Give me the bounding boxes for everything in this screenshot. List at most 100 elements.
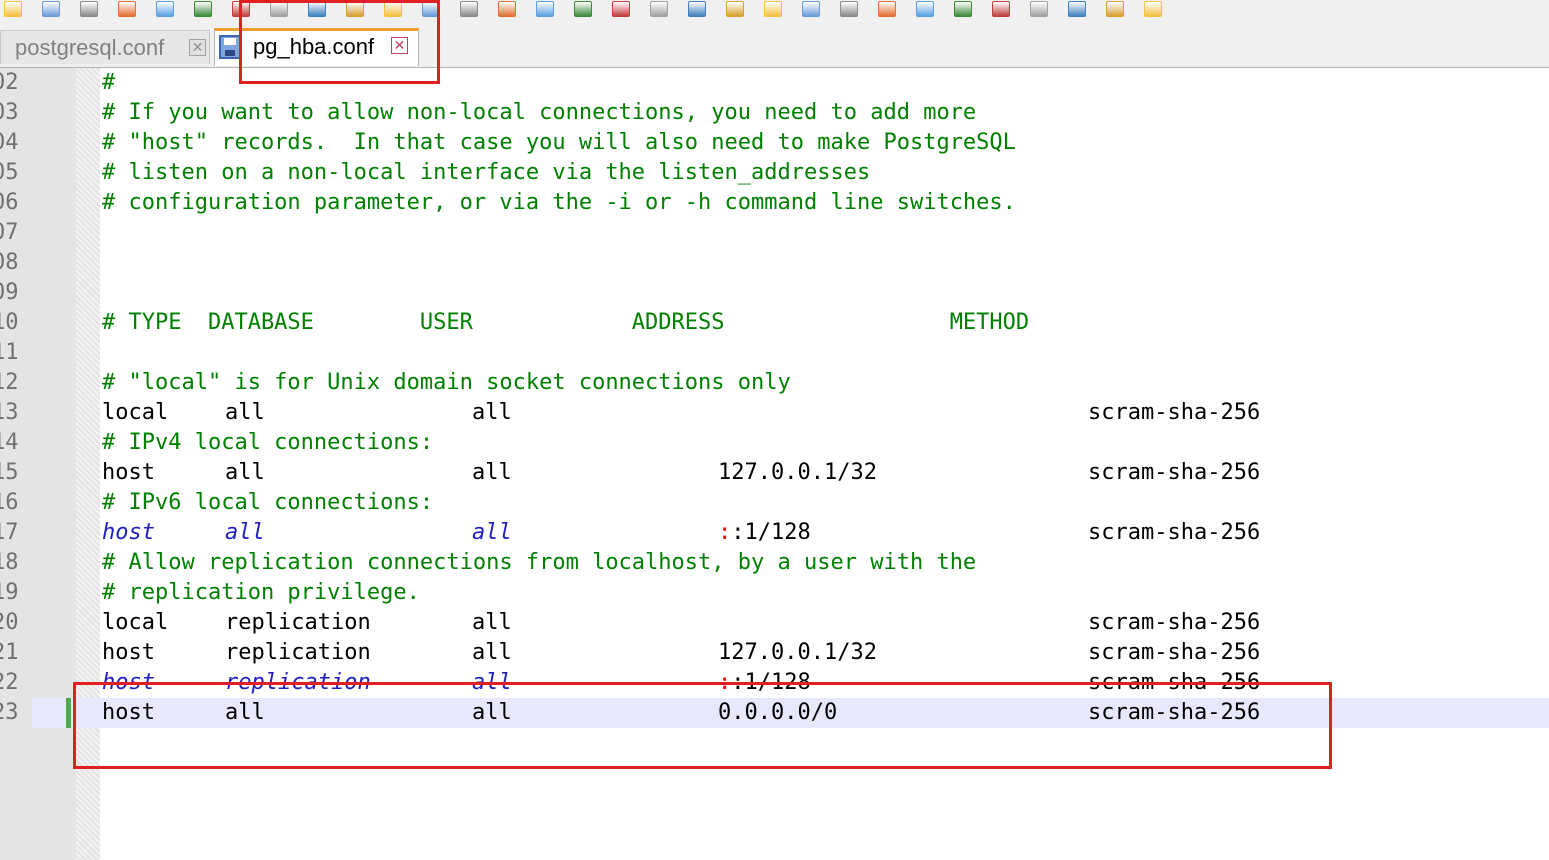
code-line[interactable]: 22 host replication all::1/128 scram-sha-256	[0, 668, 1549, 698]
field-address: 127.0.0.1/32	[718, 640, 877, 665]
field-user: all	[472, 670, 512, 695]
code-line[interactable]: 05 # listen on a non-local interface via …	[0, 158, 1549, 188]
field-user: all	[472, 640, 512, 665]
new-file-icon[interactable]	[4, 1, 22, 17]
code-line[interactable]: 19 # replication privilege.	[0, 578, 1549, 608]
tab-pg-hba-conf[interactable]: pg_hba.conf ✕	[214, 28, 419, 66]
zoom-out-icon[interactable]	[574, 1, 592, 17]
open-file-icon[interactable]	[42, 1, 60, 17]
field-method: scram-sha-256	[1088, 520, 1261, 545]
redo-icon[interactable]	[422, 1, 440, 17]
code-line[interactable]: 18 # Allow replication connections from l…	[0, 548, 1549, 578]
line-number: 16	[0, 490, 19, 515]
code-line[interactable]: 08	[0, 248, 1549, 278]
field-type: local	[102, 400, 169, 425]
code-text: # "local" is for Unix domain socket conn…	[102, 370, 791, 395]
sync-v-icon[interactable]	[612, 1, 630, 17]
field-method: scram-sha-256	[1088, 400, 1261, 425]
find-icon[interactable]	[460, 1, 478, 17]
print-icon[interactable]	[232, 1, 250, 17]
close-icon[interactable]	[156, 1, 174, 17]
copy-icon[interactable]	[308, 1, 326, 17]
stop-icon[interactable]	[1030, 1, 1048, 17]
save-macro-icon[interactable]	[1144, 1, 1162, 17]
editor[interactable]: 02 #03 # If you want to allow non-local co…	[0, 68, 1549, 860]
replace-icon[interactable]	[498, 1, 516, 17]
code-line[interactable]: 15 host all all 127.0.0.1/32 scram-sha-256	[0, 458, 1549, 488]
code-line[interactable]: 21 host replication all 127.0.0.1/32 scram-sh…	[0, 638, 1549, 668]
code-line[interactable]: 10 # TYPE DATABASE USER ADDRESS METHOD	[0, 308, 1549, 338]
code-line[interactable]: 09	[0, 278, 1549, 308]
tab-postgresql-conf[interactable]: postgresql.conf ✕	[0, 30, 210, 64]
wrap-icon[interactable]	[688, 1, 706, 17]
code-line[interactable]: 11	[0, 338, 1549, 368]
tab-bar: postgresql.conf ✕ pg_hba.conf ✕	[0, 22, 1549, 68]
line-number: 10	[0, 310, 19, 335]
operator-token: :	[718, 520, 732, 545]
monitor-icon[interactable]	[954, 1, 972, 17]
floppy-disk-icon	[219, 35, 241, 59]
toolbar	[0, 0, 1549, 22]
field-user: all	[472, 700, 512, 725]
field-type: host	[102, 700, 155, 725]
code-line[interactable]: 07	[0, 218, 1549, 248]
code-text: # Allow replication connections from loc…	[102, 550, 977, 575]
code-line[interactable]: 06 # configuration parameter, or via the …	[0, 188, 1549, 218]
field-type: host	[102, 520, 155, 545]
field-address: 0.0.0.0/0	[718, 700, 838, 725]
close-tab-icon[interactable]: ✕	[391, 37, 408, 54]
zoom-in-icon[interactable]	[536, 1, 554, 17]
code-line[interactable]: 17 host all all::1/128 scram-sha-256	[0, 518, 1549, 548]
code-line[interactable]: 14 # IPv4 local connections:	[0, 428, 1549, 458]
line-number: 17	[0, 520, 19, 545]
line-number: 14	[0, 430, 19, 455]
close-all-icon[interactable]	[194, 1, 212, 17]
code-line[interactable]: 12 # "local" is for Unix domain socket co…	[0, 368, 1549, 398]
cut-icon[interactable]	[270, 1, 288, 17]
paste-icon[interactable]	[346, 1, 364, 17]
field-type: host	[102, 640, 155, 665]
line-number: 18	[0, 550, 19, 575]
line-number: 19	[0, 580, 19, 605]
field-database: replication	[225, 610, 371, 635]
undo-icon[interactable]	[384, 1, 402, 17]
function-list-icon[interactable]	[878, 1, 896, 17]
code-line[interactable]: 03 # If you want to allow non-local conne…	[0, 98, 1549, 128]
address-value: :1/128	[731, 670, 811, 695]
sync-h-icon[interactable]	[650, 1, 668, 17]
doc-map-icon[interactable]	[840, 1, 858, 17]
record-icon[interactable]	[992, 1, 1010, 17]
folder-icon[interactable]	[916, 1, 934, 17]
line-number: 20	[0, 610, 19, 635]
code-text: # "host" records. In that case you will …	[102, 130, 1016, 155]
close-tab-icon[interactable]: ✕	[189, 39, 206, 56]
run-macro-icon[interactable]	[1106, 1, 1124, 17]
operator-token: :	[718, 670, 732, 695]
field-type: host	[102, 670, 155, 695]
line-number: 02	[0, 70, 19, 95]
field-user: all	[472, 400, 512, 425]
code-line[interactable]: 20 local replication all scram-sha-256	[0, 608, 1549, 638]
field-database: all	[225, 400, 265, 425]
code-line[interactable]: 23 host all all 0.0.0.0/0 scram-sha-256	[0, 698, 1549, 728]
line-number: 05	[0, 160, 19, 185]
udl-icon[interactable]	[802, 1, 820, 17]
field-database: replication	[225, 640, 371, 665]
code-line[interactable]: 16 # IPv6 local connections:	[0, 488, 1549, 518]
field-method: scram-sha-256	[1088, 460, 1261, 485]
show-all-icon[interactable]	[726, 1, 744, 17]
change-history-marker	[66, 698, 71, 728]
code-line[interactable]: 13 local all all scram-sha-256	[0, 398, 1549, 428]
line-number: 08	[0, 250, 19, 275]
field-type: host	[102, 460, 155, 485]
indent-guide-icon[interactable]	[764, 1, 782, 17]
code-text: # IPv6 local connections:	[102, 490, 434, 515]
save-all-icon[interactable]	[118, 1, 136, 17]
code-text: # IPv4 local connections:	[102, 430, 434, 455]
code-line[interactable]: 02 #	[0, 68, 1549, 98]
play-icon[interactable]	[1068, 1, 1086, 17]
field-address: ::1/128	[718, 518, 811, 548]
line-number: 09	[0, 280, 19, 305]
save-icon[interactable]	[80, 1, 98, 17]
code-line[interactable]: 04 # "host" records. In that case you wil…	[0, 128, 1549, 158]
